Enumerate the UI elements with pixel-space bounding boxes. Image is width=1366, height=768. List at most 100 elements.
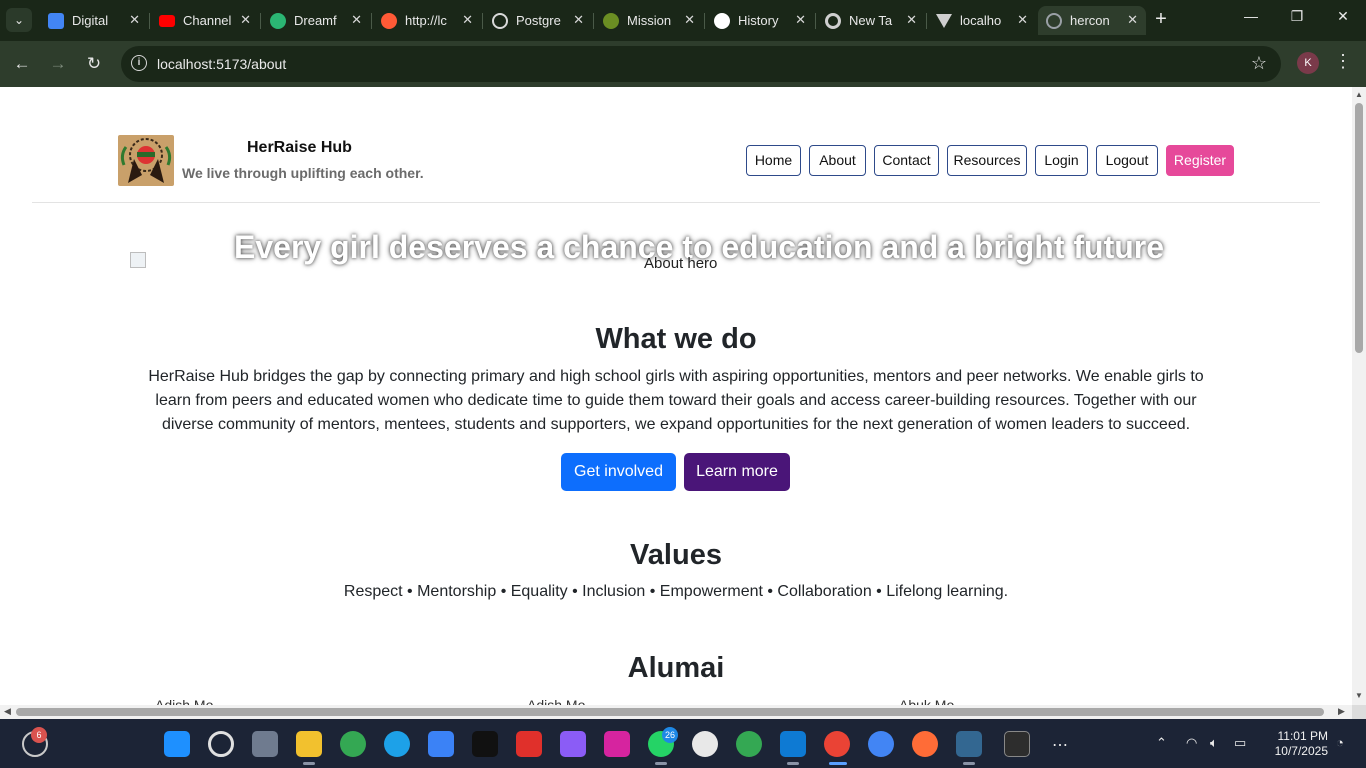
tab-active[interactable]: hercon ✕: [1038, 6, 1146, 35]
scroll-left-icon[interactable]: ◀: [4, 706, 11, 717]
scroll-down-icon[interactable]: ▼: [1355, 691, 1363, 700]
running-indicator: [303, 762, 315, 765]
tab-label: Channel: [183, 13, 232, 28]
nav-about[interactable]: About: [809, 145, 866, 176]
chrome-profile-icon[interactable]: [736, 731, 762, 757]
more-apps-icon[interactable]: ⋯: [1052, 735, 1068, 755]
close-icon[interactable]: ✕: [1127, 12, 1138, 28]
tray-chevron-icon[interactable]: ⌃: [1156, 735, 1167, 751]
terminal-icon[interactable]: [1004, 731, 1030, 757]
forward-icon[interactable]: →: [47, 53, 69, 75]
scroll-thumb[interactable]: [1355, 103, 1363, 353]
tab-4[interactable]: http://lc ✕: [373, 6, 481, 35]
get-involved-button[interactable]: Get involved: [561, 453, 676, 491]
tab-7[interactable]: History ✕: [706, 6, 814, 35]
chrome-icon[interactable]: [340, 731, 366, 757]
tab-label: http://lc: [405, 13, 447, 28]
nav-home[interactable]: Home: [746, 145, 801, 176]
tab-9[interactable]: localho ✕: [928, 6, 1036, 35]
screen: ⌄ Digital ✕ Channel ✕ Dreamf ✕ http://lc…: [0, 0, 1366, 768]
browser-toolbar: ← → ↻ i localhost:5173/about ☆ K ⋮: [0, 41, 1366, 87]
close-icon[interactable]: ✕: [573, 12, 584, 28]
nav-contact[interactable]: Contact: [874, 145, 939, 176]
learn-more-button[interactable]: Learn more: [684, 453, 790, 491]
tab-6[interactable]: Mission ✕: [595, 6, 703, 35]
scroll-thumb[interactable]: [16, 708, 1324, 716]
store-icon[interactable]: [428, 731, 454, 757]
restore-icon[interactable]: ❐: [1282, 8, 1312, 25]
chrome-active-icon[interactable]: [824, 731, 850, 757]
nav-logout[interactable]: Logout: [1096, 145, 1158, 176]
site-info-icon[interactable]: i: [131, 55, 147, 71]
close-icon[interactable]: ✕: [906, 12, 917, 28]
wps-icon[interactable]: [516, 731, 542, 757]
edge-icon[interactable]: [384, 731, 410, 757]
alumni-heading: Alumai: [627, 652, 725, 684]
active-indicator: [829, 762, 847, 765]
menu-icon[interactable]: ⋮: [1334, 51, 1352, 72]
scroll-right-icon[interactable]: ▶: [1338, 706, 1345, 717]
close-window-icon[interactable]: ✕: [1328, 8, 1358, 25]
tab-3[interactable]: Dreamf ✕: [262, 6, 370, 35]
tab-label: Dreamf: [294, 13, 337, 28]
bookmark-star-icon[interactable]: ☆: [1251, 53, 1267, 74]
running-indicator: [655, 762, 667, 765]
wifi-icon[interactable]: ◠: [1186, 735, 1197, 751]
scrollbar-corner: [1352, 705, 1366, 719]
brand-title: HerRaise Hub: [247, 139, 352, 156]
close-icon[interactable]: ✕: [1017, 12, 1028, 28]
volume-icon[interactable]: 🔈︎: [1210, 735, 1218, 751]
profile-avatar[interactable]: K: [1297, 52, 1319, 74]
chrome-profile-icon[interactable]: [868, 731, 894, 757]
tab-2[interactable]: Channel ✕: [151, 6, 259, 35]
horizontal-scrollbar[interactable]: ◀ ▶: [0, 705, 1352, 719]
postgresql-icon[interactable]: [956, 731, 982, 757]
notification-center-icon[interactable]: ◔: [1336, 735, 1344, 750]
close-icon[interactable]: ✕: [795, 12, 806, 28]
broken-image-icon: [130, 252, 146, 268]
close-icon[interactable]: ✕: [351, 12, 362, 28]
url-text[interactable]: localhost:5173/about: [157, 56, 286, 72]
tab-5[interactable]: Postgre ✕: [484, 6, 592, 35]
file-explorer-icon[interactable]: [296, 731, 322, 757]
tab-label: History: [738, 13, 779, 28]
site-logo[interactable]: [118, 135, 174, 186]
nav-register[interactable]: Register: [1166, 145, 1234, 176]
close-icon[interactable]: ✕: [684, 12, 695, 28]
start-icon[interactable]: [164, 731, 190, 757]
running-indicator: [787, 762, 799, 765]
clock[interactable]: 11:01 PM 10/7/2025: [1262, 729, 1328, 759]
tiktok-icon[interactable]: [472, 731, 498, 757]
tab-8[interactable]: New Ta ✕: [817, 6, 925, 35]
back-icon[interactable]: ←: [11, 53, 33, 75]
chrome-profile-icon[interactable]: [692, 731, 718, 757]
header-divider: [32, 202, 1320, 203]
postman-icon[interactable]: [912, 731, 938, 757]
docs-icon: [48, 12, 64, 29]
nav-login[interactable]: Login: [1035, 145, 1088, 176]
vscode-icon[interactable]: [780, 731, 806, 757]
task-view-icon[interactable]: [252, 731, 278, 757]
whatsapp-badge: 26: [662, 727, 678, 743]
vertical-scrollbar[interactable]: ▲ ▼: [1352, 87, 1366, 705]
scroll-up-icon[interactable]: ▲: [1355, 90, 1363, 99]
nav-resources[interactable]: Resources: [947, 145, 1027, 176]
notification-badge: 6: [31, 727, 47, 743]
address-bar[interactable]: i localhost:5173/about ☆: [121, 46, 1281, 82]
close-icon[interactable]: ✕: [462, 12, 473, 28]
close-icon[interactable]: ✕: [129, 12, 140, 28]
tab-search-icon[interactable]: ⌄: [6, 8, 32, 32]
running-indicator: [963, 762, 975, 765]
windows-taskbar: 6 26 ⋯ ⌃ ◠ 🔈︎ ▭ 11:01 PM 10/7/2025 ◔: [0, 719, 1366, 768]
new-tab-button[interactable]: +: [1150, 8, 1172, 30]
instagram-icon[interactable]: [604, 731, 630, 757]
tab-1[interactable]: Digital ✕: [40, 6, 148, 35]
alumni-card-title: Abuk Mo: [899, 697, 955, 705]
history-icon: [714, 12, 730, 29]
battery-icon[interactable]: ▭: [1234, 735, 1246, 751]
minimize-icon[interactable]: —: [1236, 8, 1266, 24]
reload-icon[interactable]: ↻: [83, 53, 105, 75]
close-icon[interactable]: ✕: [240, 12, 251, 28]
search-icon[interactable]: [208, 731, 234, 757]
copilot-icon[interactable]: [560, 731, 586, 757]
